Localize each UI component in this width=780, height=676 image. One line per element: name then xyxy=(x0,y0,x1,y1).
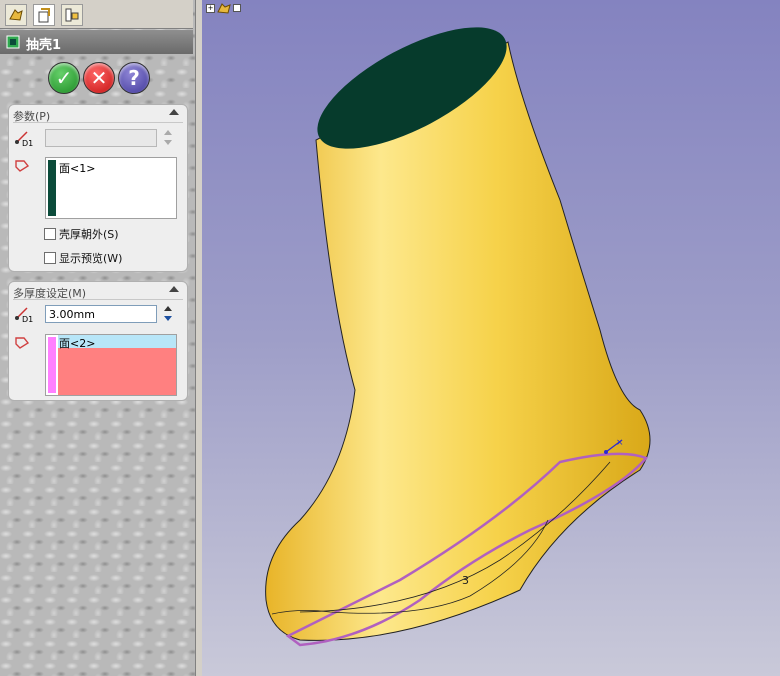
multi-thickness-spinner[interactable] xyxy=(161,305,175,323)
help-button[interactable]: ? xyxy=(118,62,150,94)
list-item[interactable]: 面<1> xyxy=(59,160,95,176)
graphics-viewport[interactable]: + 3 × xyxy=(202,0,780,676)
svg-text:D1: D1 xyxy=(22,315,33,323)
face-color-swatch xyxy=(48,160,56,216)
multi-thickness-group: 多厚度设定(M) D1 3.00mm 面<2> xyxy=(8,281,188,401)
shell-outward-checkbox[interactable] xyxy=(44,228,56,240)
feature-title-bar: 抽壳1 xyxy=(0,30,193,54)
property-manager-panel: 抽壳1 ✓ ✕ ? 参数(P) D1 面<1> 壳厚朝外(S) 显示预览(W) … xyxy=(0,0,196,676)
show-preview-label: 显示预览(W) xyxy=(59,252,123,265)
multi-thickness-input[interactable]: 3.00mm xyxy=(45,305,157,323)
feature-title: 抽壳1 xyxy=(26,38,62,53)
face-list-highlight xyxy=(58,348,176,395)
multi-thickness-faces-icon xyxy=(15,337,30,349)
multi-face-color-swatch xyxy=(48,337,56,393)
shell-outward-label: 壳厚朝外(S) xyxy=(59,228,119,241)
ok-button[interactable]: ✓ xyxy=(48,62,80,94)
tab-feature-manager[interactable] xyxy=(5,4,27,26)
list-item[interactable]: 面<2> xyxy=(59,335,95,351)
group-divider xyxy=(13,299,183,300)
svg-text:D1: D1 xyxy=(22,139,33,147)
tab-configuration-manager[interactable] xyxy=(61,4,83,26)
faces-to-remove-icon xyxy=(15,160,30,172)
shell-feature-icon xyxy=(6,35,20,49)
multi-thickness-faces-list[interactable]: 面<2> xyxy=(45,334,177,396)
feature-manager-icon xyxy=(9,9,23,21)
thickness-dimension-icon: D1 xyxy=(15,131,33,147)
tab-property-manager[interactable] xyxy=(33,4,55,26)
configuration-manager-icon xyxy=(65,8,79,22)
dimension-label[interactable]: 3 xyxy=(462,574,469,587)
parameters-collapse-icon[interactable] xyxy=(169,109,179,115)
parameters-group: 参数(P) D1 面<1> 壳厚朝外(S) 显示预览(W) xyxy=(8,104,188,272)
thickness-spinner[interactable] xyxy=(161,129,175,147)
svg-text:×: × xyxy=(616,438,624,448)
property-manager-icon xyxy=(38,8,50,23)
show-preview-checkbox[interactable] xyxy=(44,252,56,264)
manager-tabs xyxy=(0,0,193,29)
faces-to-remove-list[interactable]: 面<1> xyxy=(45,157,177,219)
boot-model[interactable]: 3 × xyxy=(202,0,780,676)
multi-thickness-dimension-icon: D1 xyxy=(15,307,33,323)
cancel-button[interactable]: ✕ xyxy=(83,62,115,94)
multi-thickness-collapse-icon[interactable] xyxy=(169,286,179,292)
thickness-input[interactable] xyxy=(45,129,157,147)
group-divider xyxy=(13,122,183,123)
